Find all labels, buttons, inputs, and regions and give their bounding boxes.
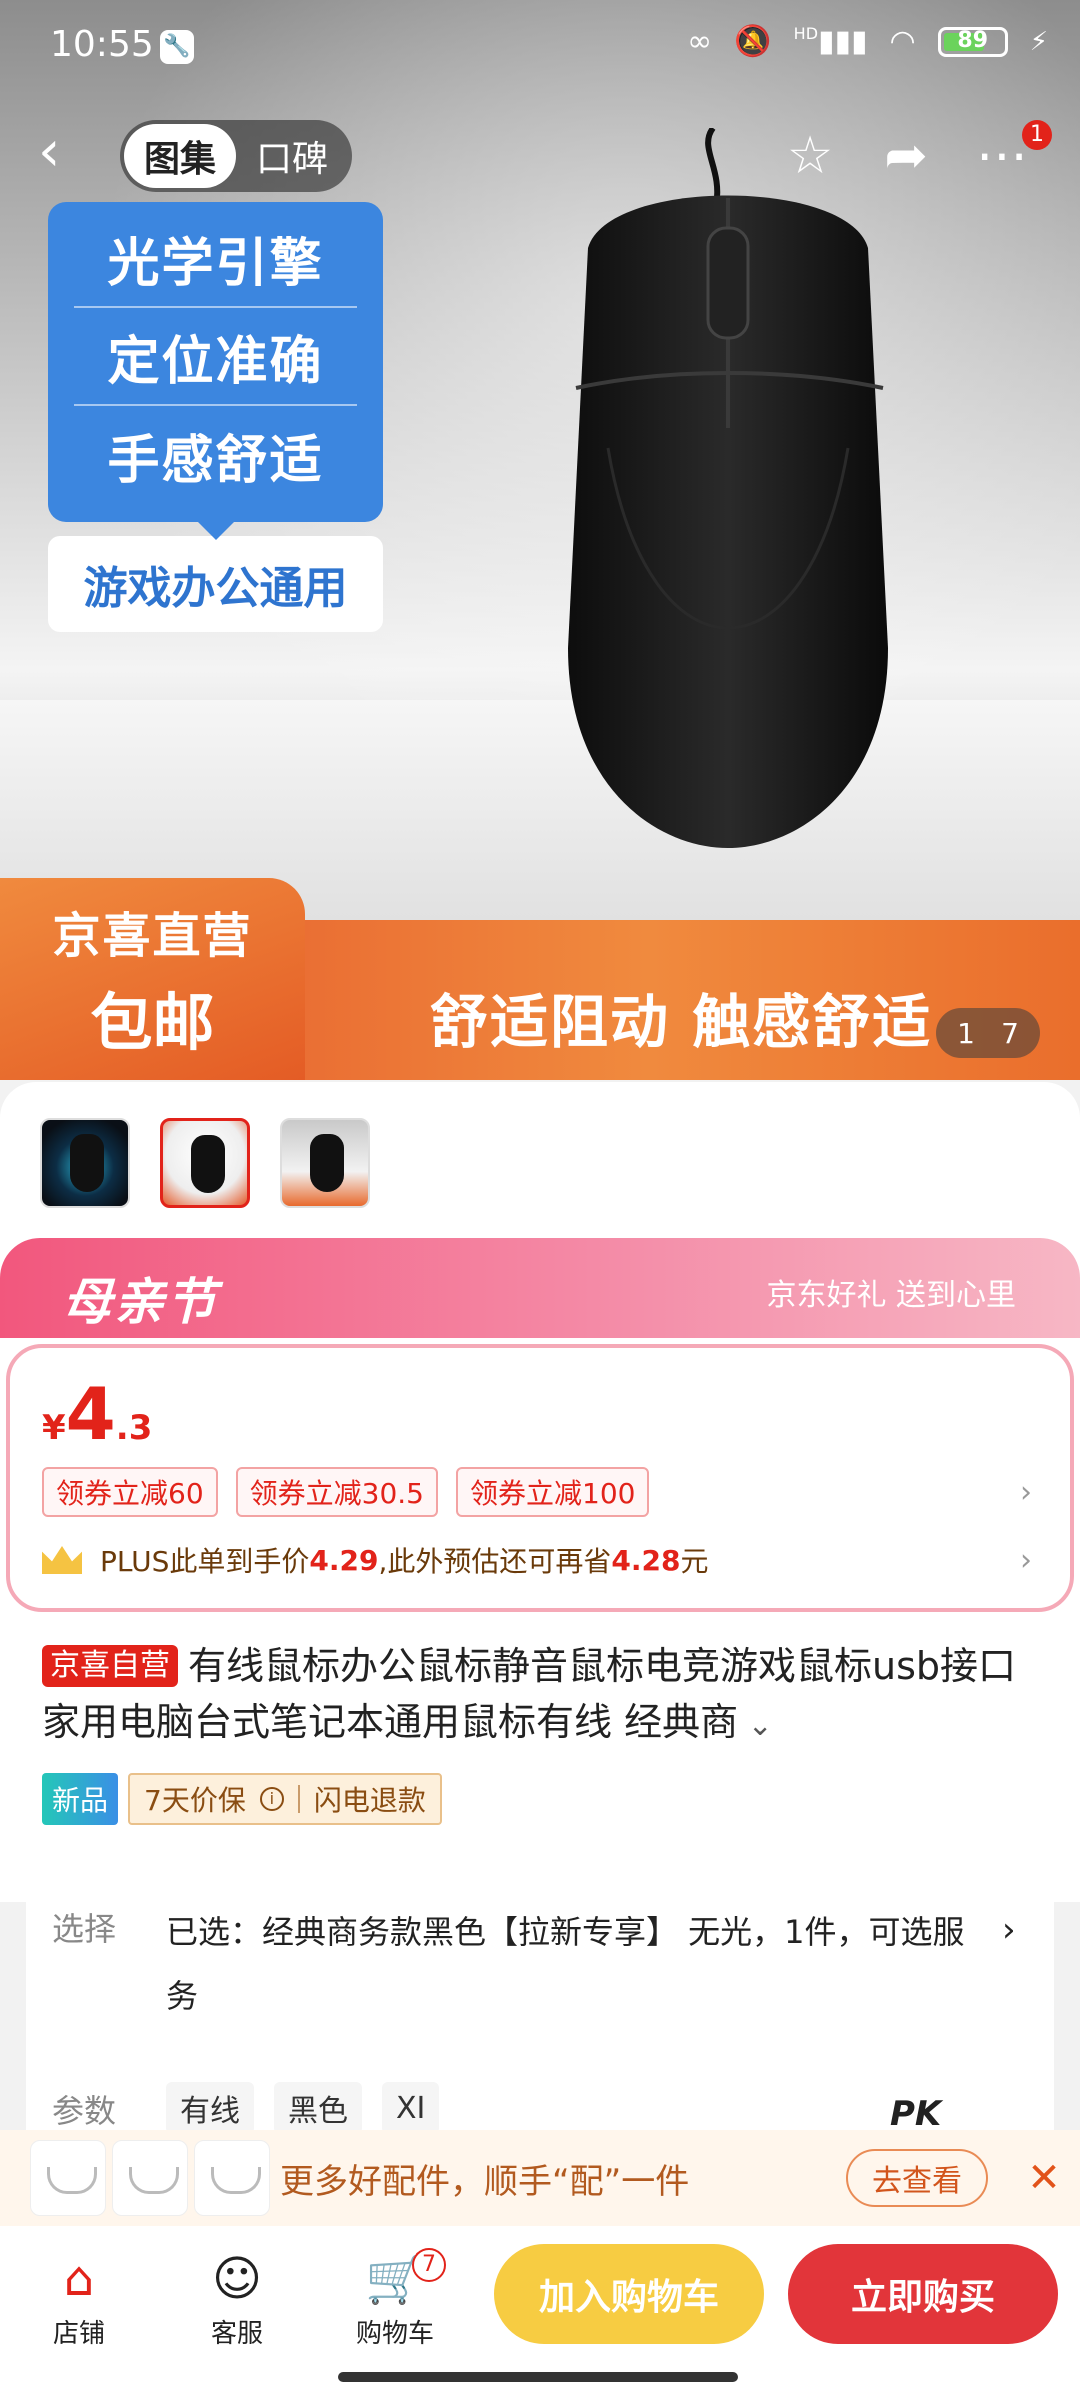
price-guarantee-tag[interactable]: 7天价保 i 闪电退款 (128, 1773, 442, 1825)
buy-now-button[interactable]: 立即购买 (788, 2244, 1058, 2344)
promo-title[interactable]: 母亲节 (62, 1262, 218, 1334)
price: ¥ 4 .3 (42, 1372, 152, 1456)
price-integer: 4 (65, 1372, 116, 1456)
image-counter-total: 7 (1001, 1016, 1019, 1050)
accessory-text: 更多好配件，顺手“配”一件 (280, 2161, 690, 2202)
selection-label: 选择 (52, 1910, 117, 1948)
feature-item: 光学引擎 (74, 210, 357, 308)
shop-icon: ⌂ (63, 2250, 95, 2307)
coupon-chip[interactable]: 领券立减30.5 (235, 1467, 438, 1517)
status-time: 10:55 (50, 24, 154, 65)
badge-line2: 包邮 (90, 986, 215, 1059)
customer-service-button[interactable]: ☺ 客服 (162, 2240, 312, 2360)
chat-face-icon: ☺ (211, 2250, 263, 2307)
feature-callout: 光学引擎 定位准确 手感舒适 游戏办公通用 (48, 202, 383, 637)
params-label: 参数 (52, 2092, 117, 2130)
feature-footer: 游戏办公通用 (48, 536, 383, 632)
plus-saving: 4.28 (611, 1543, 681, 1577)
more-dots-icon: ⋯ (976, 126, 1028, 186)
coupon-chip[interactable]: 领券立减60 (42, 1467, 218, 1517)
accessory-thumb-3[interactable] (194, 2140, 270, 2216)
thumbnail-1[interactable] (40, 1118, 130, 1208)
close-icon[interactable]: ✕ (1014, 2155, 1074, 2201)
thumbnail-strip (40, 1118, 370, 1208)
wrench-icon: 🔧 (160, 30, 194, 64)
divider (297, 1785, 300, 1813)
hero-slogan: 舒适阻动 触感舒适 (430, 988, 933, 1056)
link-icon: ∞ (687, 24, 713, 59)
plus-suffix: 元 (680, 1545, 709, 1578)
price-decimal: .3 (115, 1408, 153, 1448)
plus-price: 4.29 (309, 1543, 379, 1577)
thumbnail-2[interactable] (160, 1118, 250, 1208)
view-accessories-button[interactable]: 去查看 (846, 2149, 988, 2207)
param-chip[interactable]: 有线 (166, 2082, 254, 2134)
param-chip[interactable]: 黑色 (274, 2082, 362, 2134)
back-button[interactable]: ‹ (38, 122, 88, 182)
coupon-row[interactable]: 领券立减60 领券立减30.5 领券立减100 › (42, 1466, 1040, 1518)
share-icon: ➦ (884, 126, 928, 186)
cart-badge: 7 (412, 2248, 446, 2282)
price-guarantee-label: 7天价保 (144, 1784, 246, 1817)
self-operated-tag: 京喜自营 (42, 1645, 178, 1687)
plus-prefix: PLUS此单到手价 (100, 1545, 310, 1578)
feature-item: 定位准确 (74, 308, 357, 406)
refund-label: 闪电退款 (313, 1784, 426, 1817)
network-type: HD (793, 24, 819, 43)
tab-reviews[interactable]: 口碑 (236, 124, 348, 188)
status-bar: 10:55 🔧 ∞ 🔕 HD▮▮▮ ◠ 89 ⚡ (0, 0, 1080, 92)
service-tags: 新品 7天价保 i 闪电退款 (42, 1772, 442, 1826)
home-indicator[interactable] (338, 2372, 738, 2382)
tab-gallery[interactable]: 图集 (124, 124, 236, 188)
chevron-right-icon: › (1020, 1542, 1032, 1578)
params-list[interactable]: 有线 黑色 XI (166, 2082, 440, 2134)
mute-icon: 🔕 (734, 24, 772, 59)
shop-button[interactable]: ⌂ 店铺 (4, 2240, 154, 2360)
gallery-tab-switch: 图集 口碑 (120, 120, 352, 192)
chevron-right-icon: › (1020, 1474, 1032, 1510)
product-title[interactable]: 京喜自营 有线鼠标办公鼠标静音鼠标电竞游戏鼠标usb接口家用电脑台式笔记本通用鼠标… (42, 1638, 1040, 1754)
wifi-icon: ◠ (889, 24, 916, 59)
param-chip[interactable]: XI (382, 2082, 440, 2134)
service-label: 客服 (210, 2318, 263, 2349)
battery-icon: 89 (937, 26, 1008, 57)
cart-label: 购物车 (355, 2318, 434, 2349)
add-to-cart-button[interactable]: 加入购物车 (494, 2244, 764, 2344)
info-icon: i (259, 1787, 284, 1811)
thumbnail-3[interactable] (280, 1118, 370, 1208)
accessory-thumb-1[interactable] (30, 2140, 106, 2216)
selection-value[interactable]: 已选：经典商务款黑色【拉新专享】 无光，1件，可选服务 (166, 1900, 996, 2028)
chevron-right-icon: › (1002, 1910, 1016, 1950)
price-currency: ¥ (42, 1408, 66, 1448)
promo-subtitle: 京东好礼 送到心里 (766, 1278, 1016, 1313)
favorite-button[interactable]: ☆ (774, 120, 846, 192)
charging-icon: ⚡ (1029, 26, 1048, 57)
battery-level: 89 (957, 27, 989, 53)
jingxi-free-shipping-badge: 京喜直营 包邮 (0, 878, 305, 1080)
new-product-tag[interactable]: 新品 (42, 1773, 119, 1825)
chevron-left-icon: ‹ (38, 119, 61, 184)
signal-icon: HD▮▮▮ (793, 24, 868, 59)
plus-price-row[interactable]: PLUS此单到手价 4.29 ,此外预估还可再省 4.28 元 › (42, 1530, 1040, 1590)
image-counter: 1 7 (936, 1008, 1040, 1058)
product-mouse-image (548, 128, 908, 848)
cart-button[interactable]: 🛒 购物车 7 (320, 2240, 470, 2360)
crown-icon (42, 1546, 82, 1574)
shop-label: 店铺 (52, 2318, 105, 2349)
badge-line1: 京喜直营 (52, 908, 253, 964)
pk-compare-button[interactable]: PK (890, 2094, 941, 2134)
star-icon: ☆ (786, 126, 834, 186)
product-title-text: 有线鼠标办公鼠标静音鼠标电竞游戏鼠标usb接口家用电脑台式笔记本通用鼠标有线 经… (42, 1644, 1017, 1744)
coupon-chip[interactable]: 领券立减100 (456, 1467, 650, 1517)
accessory-bar: 更多好配件，顺手“配”一件 去查看 ✕ (0, 2130, 1080, 2226)
share-button[interactable]: ➦ (870, 120, 942, 192)
plus-mid: ,此外预估还可再省 (378, 1545, 612, 1578)
image-counter-current: 1 (957, 1016, 975, 1050)
more-badge: 1 (1022, 120, 1052, 150)
accessory-thumb-2[interactable] (112, 2140, 188, 2216)
chevron-down-icon: ⌄ (738, 1708, 773, 1743)
feature-item: 手感舒适 (107, 430, 324, 491)
